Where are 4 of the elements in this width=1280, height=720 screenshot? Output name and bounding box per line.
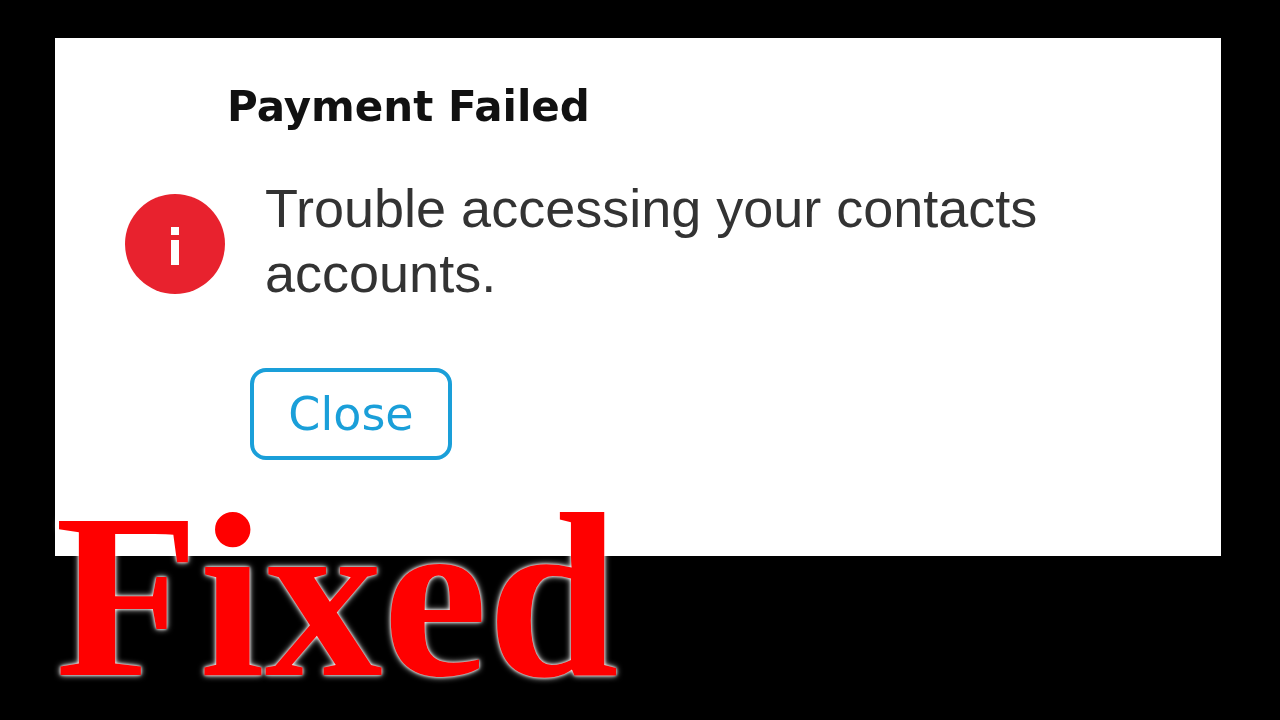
close-button[interactable]: Close (250, 368, 452, 460)
dialog-title: Payment Failed (227, 82, 591, 133)
error-message: Trouble accessing your contacts accounts. (265, 177, 1039, 306)
info-icon (125, 194, 225, 295)
